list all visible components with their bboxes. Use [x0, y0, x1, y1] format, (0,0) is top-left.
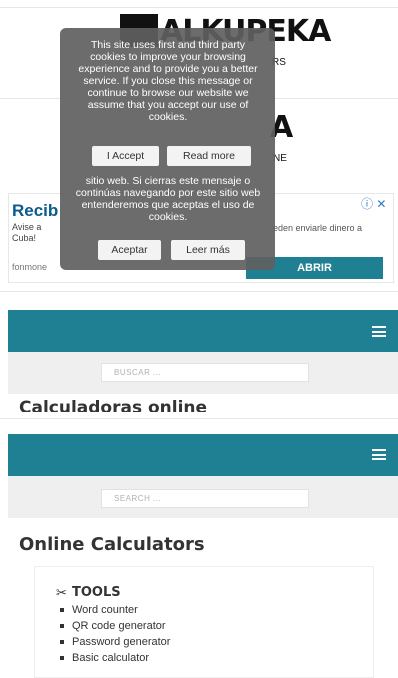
list-item[interactable]: QR code generator	[60, 620, 166, 633]
search-input-en[interactable]: SEARCH ...	[101, 489, 309, 508]
ad-link[interactable]: fonmone	[12, 262, 47, 272]
cookie-text-en: This site uses first and third party coo…	[78, 39, 258, 123]
menu-icon[interactable]	[372, 326, 386, 337]
section-divider-3	[0, 418, 398, 419]
section-divider-2	[0, 291, 398, 292]
ad-close-icon[interactable]: ⓘ ✕	[361, 195, 386, 212]
leer-mas-button[interactable]: Leer más	[171, 240, 245, 260]
page-title-es: Calculadoras online	[19, 398, 208, 412]
ad-text: Avise a	[12, 222, 42, 232]
scissors-icon: ✂	[56, 585, 67, 600]
top-divider	[0, 7, 398, 8]
ad-text-2: Cuba!	[12, 233, 37, 243]
nav-bar-es	[8, 310, 398, 352]
nav-bar-en	[8, 434, 398, 476]
ad-text-right: eden enviarle dinero a	[273, 223, 363, 233]
aceptar-button[interactable]: Aceptar	[98, 240, 161, 260]
list-item[interactable]: Basic calculator	[60, 652, 149, 665]
search-input-es[interactable]: BUSCAR ...	[101, 363, 309, 382]
logo-suffix-2: NE	[273, 153, 287, 164]
menu-icon-en[interactable]	[372, 449, 386, 460]
accept-button[interactable]: I Accept	[92, 146, 159, 166]
list-item[interactable]: Word counter	[60, 604, 138, 617]
read-more-button[interactable]: Read more	[167, 146, 251, 166]
list-item[interactable]: Password generator	[60, 636, 170, 649]
tools-title: TOOLS	[72, 585, 121, 600]
cookie-text-es: sitio web. Si cierras este mensaje o con…	[75, 175, 261, 223]
ad-title: Recib	[12, 201, 59, 220]
page-title-en: Online Calculators	[19, 534, 205, 555]
